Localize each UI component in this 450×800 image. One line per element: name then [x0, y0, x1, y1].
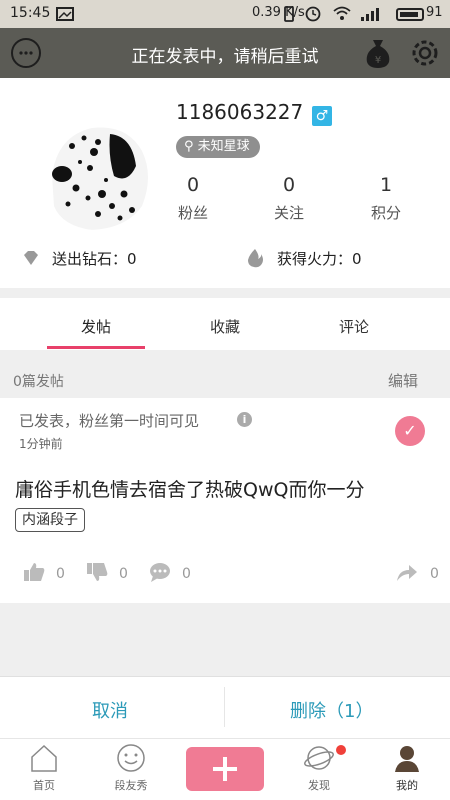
battery-level: 91	[426, 5, 443, 20]
nav-discover-label: 发现	[308, 779, 330, 792]
post-list-header: 0篇发帖 编辑	[0, 362, 450, 398]
notification-dot	[336, 745, 346, 755]
diamonds-sent: 送出钻石：0	[52, 250, 137, 268]
following-label: 关注	[273, 204, 304, 222]
username: 1186063227	[176, 100, 304, 124]
planet-label: 未知星球	[197, 139, 250, 154]
publish-plus-button[interactable]	[186, 747, 264, 791]
stat-following[interactable]: 0 关注	[249, 174, 329, 223]
fans-count: 0	[186, 174, 200, 196]
fans-label: 粉丝	[177, 204, 208, 222]
status-time: 15:45	[10, 5, 51, 21]
like-count: 0	[56, 566, 65, 582]
plus-icon	[213, 757, 237, 781]
nav-home-label: 首页	[33, 779, 55, 792]
comment-icon[interactable]	[149, 562, 171, 582]
share-count: 0	[430, 566, 439, 582]
status-bar: 15:45 0.39 K/s 91	[0, 0, 450, 28]
post-content: 庸俗手机色情去宿舍了热破QwQ而你一分	[15, 479, 365, 501]
avatar[interactable]	[32, 106, 156, 230]
wifi-icon	[333, 6, 351, 20]
points-label: 积分	[370, 204, 401, 222]
post-status: 已发表，粉丝第一时间可见	[19, 412, 200, 430]
fire-icon	[248, 249, 263, 268]
vibrate-icon	[284, 6, 294, 22]
divider	[224, 687, 225, 727]
profile-icon	[395, 746, 419, 772]
signal-icon	[361, 8, 379, 21]
top-header: 正在发表中，请稍后重试 ¥	[0, 28, 450, 78]
tab-comments[interactable]: 评论	[304, 316, 404, 337]
selected-check-icon[interactable]: ✓	[395, 416, 425, 446]
image-icon	[56, 7, 74, 21]
like-icon[interactable]	[23, 562, 45, 582]
svg-text:¥: ¥	[375, 55, 381, 66]
share-icon[interactable]	[396, 562, 418, 582]
dalmatian-avatar-image	[32, 106, 156, 230]
tab-bar: 发帖 收藏 评论	[0, 298, 450, 350]
stat-fans[interactable]: 0 粉丝	[153, 174, 233, 223]
info-icon[interactable]: i	[237, 412, 252, 427]
nav-discover[interactable]: 发现	[289, 743, 349, 793]
location-badge[interactable]: ⚲ 未知星球	[176, 136, 260, 158]
nav-home[interactable]: 首页	[14, 743, 74, 793]
stat-points[interactable]: 1 积分	[346, 174, 426, 223]
nav-friends-show[interactable]: 段友秀	[101, 743, 161, 793]
nav-mine[interactable]: 我的	[377, 743, 437, 793]
alarm-icon	[305, 6, 321, 22]
selection-action-bar: 取消 删除（1）	[0, 676, 450, 738]
location-pin-icon: ⚲	[184, 139, 194, 154]
smiley-icon	[117, 744, 145, 772]
points-count: 1	[379, 174, 393, 196]
money-bag-icon[interactable]: ¥	[363, 36, 393, 70]
comment-count: 0	[182, 566, 191, 582]
tab-favorites[interactable]: 收藏	[175, 316, 275, 337]
post-time: 1分钟前	[19, 437, 63, 451]
diamond-icon	[24, 251, 38, 265]
delete-button[interactable]: 删除（1）	[290, 697, 373, 723]
post-tag[interactable]: 内涵段子	[15, 508, 85, 532]
home-icon	[31, 744, 57, 772]
fire-received: 获得火力：0	[277, 250, 362, 268]
male-gender-icon: ♂	[312, 106, 332, 126]
dislike-icon[interactable]	[86, 562, 108, 582]
dislike-count: 0	[119, 566, 128, 582]
network-speed: 0.39 K/s	[252, 5, 305, 20]
following-count: 0	[282, 174, 296, 196]
active-tab-indicator	[47, 346, 145, 349]
profile-card: 1186063227 ♂ ⚲ 未知星球 0 粉丝 0 关注 1 积分 送出钻石：…	[0, 78, 450, 288]
tab-posts[interactable]: 发帖	[46, 316, 146, 337]
settings-gear-icon[interactable]	[409, 37, 441, 69]
edit-button[interactable]: 编辑	[388, 370, 418, 391]
post-card[interactable]: 已发表，粉丝第一时间可见 i 1分钟前 ✓ 庸俗手机色情去宿舍了热破QwQ而你一…	[0, 398, 450, 603]
cancel-button[interactable]: 取消	[92, 697, 128, 723]
post-count: 0篇发帖	[13, 374, 64, 390]
nav-mine-label: 我的	[396, 779, 418, 792]
planet-icon	[304, 746, 334, 770]
nav-friends-label: 段友秀	[114, 779, 148, 792]
battery-icon	[396, 8, 424, 21]
bottom-navigation: 首页 段友秀 发现 我的	[0, 738, 450, 800]
